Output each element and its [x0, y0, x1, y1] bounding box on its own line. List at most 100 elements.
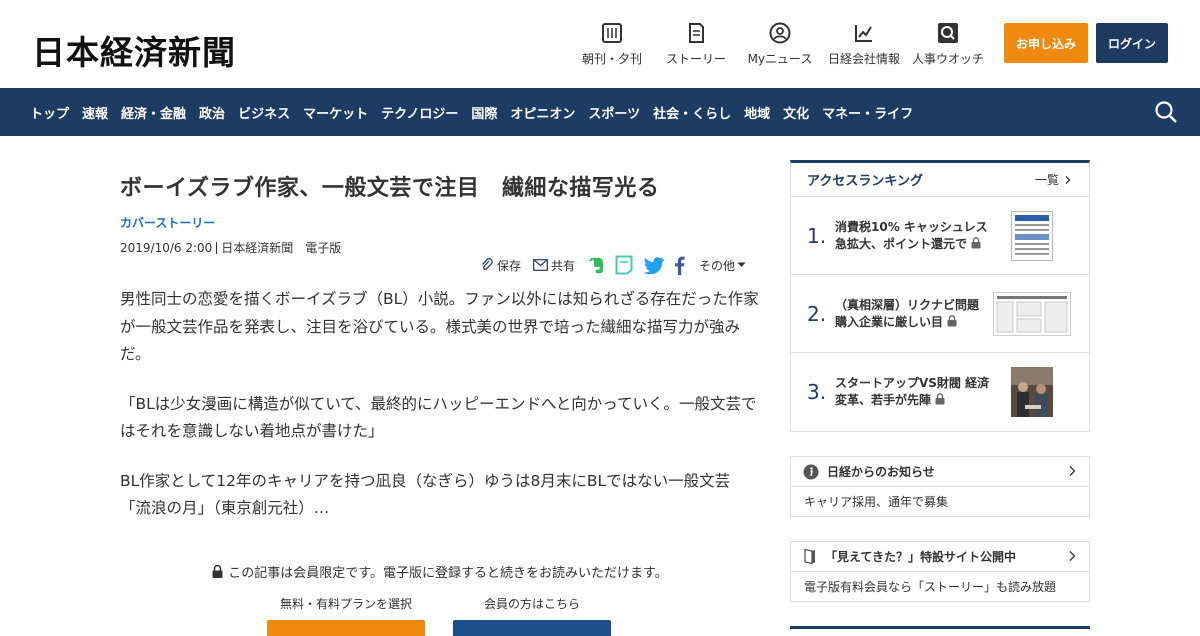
header-nav-story[interactable]: ストーリー [654, 22, 738, 67]
caret-down-icon [737, 262, 746, 267]
ranking-all-label: 一覧 [1034, 173, 1059, 187]
plan-select-label: 無料・有料プランを選択 [279, 597, 412, 611]
navbar-item[interactable]: 地域 [744, 103, 770, 122]
article-paragraph: BL作家として12年のキャリアを持つ凪良（なぎら）ゆうは8月末にBLではない一般… [120, 471, 731, 518]
header-nav-label: 朝刊・夕刊 [581, 52, 642, 66]
navbar-item[interactable]: 政治 [199, 103, 225, 122]
save-button[interactable]: 保存 [480, 257, 521, 274]
share-label: 共有 [551, 258, 576, 273]
chevron-right-icon [1069, 551, 1076, 561]
chevron-right-icon [1069, 466, 1076, 476]
navbar-item[interactable]: 社会・くらし [653, 103, 731, 122]
navbar-item[interactable]: マーケット [303, 103, 368, 122]
header-nav-newspaper[interactable]: 朝刊・夕刊 [570, 22, 654, 67]
lock-icon [212, 565, 223, 578]
note-icon[interactable] [615, 255, 633, 275]
article-source: 日本経済新聞 電子版 [221, 241, 342, 255]
header-nav-label: ストーリー [665, 52, 726, 66]
chart-icon [855, 25, 872, 42]
ranking-item[interactable]: 2. （真相深層）リクナビ問題 購入企業に厳しい目 [791, 275, 1089, 353]
navbar-list: トップ 速報 経済・金融 政治 ビジネス マーケット テクノロジー 国際 オピニ… [30, 88, 926, 136]
lock-icon [935, 393, 945, 405]
member-login-label: 会員の方はこちら [483, 597, 580, 611]
header-nav-jinji[interactable]: 人事ウオッチ [906, 22, 990, 67]
navbar-item[interactable]: 文化 [783, 103, 809, 122]
article-kicker[interactable]: カバーストーリー [120, 214, 760, 231]
ranking-title: アクセスランキング [807, 174, 923, 189]
notice-header[interactable]: 日経からのお知らせ [791, 457, 1089, 487]
article-headline: ボーイズラブ作家、一般文芸で注目 繊細な描写光る [120, 176, 660, 201]
ranking-number: 3. [807, 380, 827, 404]
ranking-header: アクセスランキング 一覧 [791, 163, 1089, 197]
article: ボーイズラブ作家、一般文芸で注目 繊細な描写光る カバーストーリー 2019/1… [120, 160, 760, 636]
lock-icon [971, 236, 981, 248]
special-title: 「見えてきた？」特設サイト公開中 [825, 550, 1017, 564]
ranking-number: 2. [807, 301, 827, 326]
navbar-item[interactable]: マネー・ライフ [822, 103, 913, 122]
notice-box: 日経からのお知らせ キャリア採用、通年で募集 [790, 456, 1090, 517]
navbar-item[interactable]: ビジネス [238, 103, 290, 122]
navbar-item[interactable]: スポーツ [588, 103, 640, 122]
ranking-item[interactable]: 3. スタートアップVS財閥 経済変革、若手が先陣 [791, 353, 1089, 431]
notice-body[interactable]: キャリア採用、通年で募集 [791, 487, 1089, 516]
paywall-text: この記事は会員限定です。電子版に登録すると続きをお読みいただけます。 [228, 566, 668, 581]
lock-icon [947, 314, 957, 326]
ranking-text: スタートアップVS財閥 経済変革、若手が先陣 [835, 376, 990, 407]
info-icon [803, 464, 819, 479]
site-header: 日本経済新聞 朝刊・夕刊 ストーリー Myニュース 日経会社情報 人事ウオッチ … [0, 0, 1200, 88]
site-logo[interactable]: 日本経済新聞 [32, 26, 236, 74]
header-nav-label: 日経会社情報 [827, 52, 900, 66]
article-paragraph: 男性同士の恋愛を描くボーイズラブ（BL）小説。ファン以外には知られざる存在だった… [120, 290, 759, 363]
header-nav-mynews[interactable]: Myニュース [738, 22, 822, 67]
header-nav-label: Myニュース [747, 52, 813, 66]
ranking-item[interactable]: 1. 消費税10% キャッシュレス急拡大、ポイント還元で [791, 197, 1089, 275]
navbar-item[interactable]: 経済・金融 [121, 103, 186, 122]
notice-title: 日経からのお知らせ [827, 465, 935, 479]
navbar-item[interactable]: 国際 [471, 103, 497, 122]
apply-button[interactable]: お申し込み [1004, 23, 1088, 63]
header-nav: 朝刊・夕刊 ストーリー Myニュース 日経会社情報 人事ウオッチ [570, 22, 990, 67]
ranking-thumbnail [1011, 211, 1053, 261]
book-icon [689, 23, 704, 43]
facebook-icon[interactable] [674, 256, 685, 275]
clip-icon [482, 258, 493, 270]
article-body: 男性同士の恋愛を描くボーイズラブ（BL）小説。ファン以外には知られざる存在だった… [120, 286, 760, 545]
sidebar: アクセスランキング 一覧 1. 消費税10% キャッシュレス急拡大、ポイント還元… [790, 160, 1090, 629]
ranking-all-link[interactable]: 一覧 [1035, 171, 1073, 188]
user-icon [769, 22, 791, 44]
evernote-icon[interactable] [587, 255, 605, 275]
special-box: 「見えてきた？」特設サイト公開中 電子版有料会員なら「ストーリー」も読み放題 [790, 541, 1090, 602]
more-label: その他 [699, 258, 736, 273]
save-label: 保存 [497, 258, 522, 273]
navbar-item[interactable]: オピニオン [510, 103, 575, 122]
search-icon [938, 23, 958, 43]
special-header[interactable]: 「見えてきた？」特設サイト公開中 [791, 542, 1089, 572]
search-icon[interactable] [1154, 100, 1178, 124]
share-button[interactable]: 共有 [533, 257, 575, 274]
navbar-item[interactable]: テクノロジー [381, 103, 458, 122]
sidebar-divider [790, 626, 1090, 629]
article-paragraph: 「BLは少女漫画に構造が似ていて、最終的にハッピーエンドへと向かっていく。一般文… [120, 394, 757, 441]
twitter-icon[interactable] [643, 256, 665, 274]
special-body[interactable]: 電子版有料会員なら「ストーリー」も読み放題 [791, 572, 1089, 601]
plan-select-button[interactable] [267, 620, 425, 636]
member-login-button[interactable] [453, 620, 611, 636]
meta-divider [216, 241, 218, 254]
header-nav-company[interactable]: 日経会社情報 [822, 22, 906, 67]
access-ranking: アクセスランキング 一覧 1. 消費税10% キャッシュレス急拡大、ポイント還元… [790, 160, 1090, 432]
header-nav-label: 人事ウオッチ [911, 52, 984, 66]
ranking-number: 1. [807, 223, 827, 248]
ranking-thumbnail [993, 292, 1071, 336]
ranking-text: （真相深層）リクナビ問題 購入企業に厳しい目 [835, 297, 980, 329]
mail-icon [533, 259, 548, 271]
navbar-item[interactable]: トップ [30, 103, 69, 122]
navbar-item[interactable]: 速報 [82, 103, 108, 122]
paywall-message: この記事は会員限定です。電子版に登録すると続きをお読みいただけます。 [120, 562, 760, 581]
ranking-text: 消費税10% キャッシュレス急拡大、ポイント還元で [835, 219, 988, 251]
login-button[interactable]: ログイン [1096, 23, 1168, 63]
article-date: 2019/10/6 2:00 [120, 240, 213, 255]
more-button[interactable]: その他 [699, 257, 746, 274]
article-tools: 保存 共有 その他 [480, 254, 746, 276]
ranking-thumbnail [1011, 367, 1053, 417]
newspaper-icon [602, 23, 622, 43]
